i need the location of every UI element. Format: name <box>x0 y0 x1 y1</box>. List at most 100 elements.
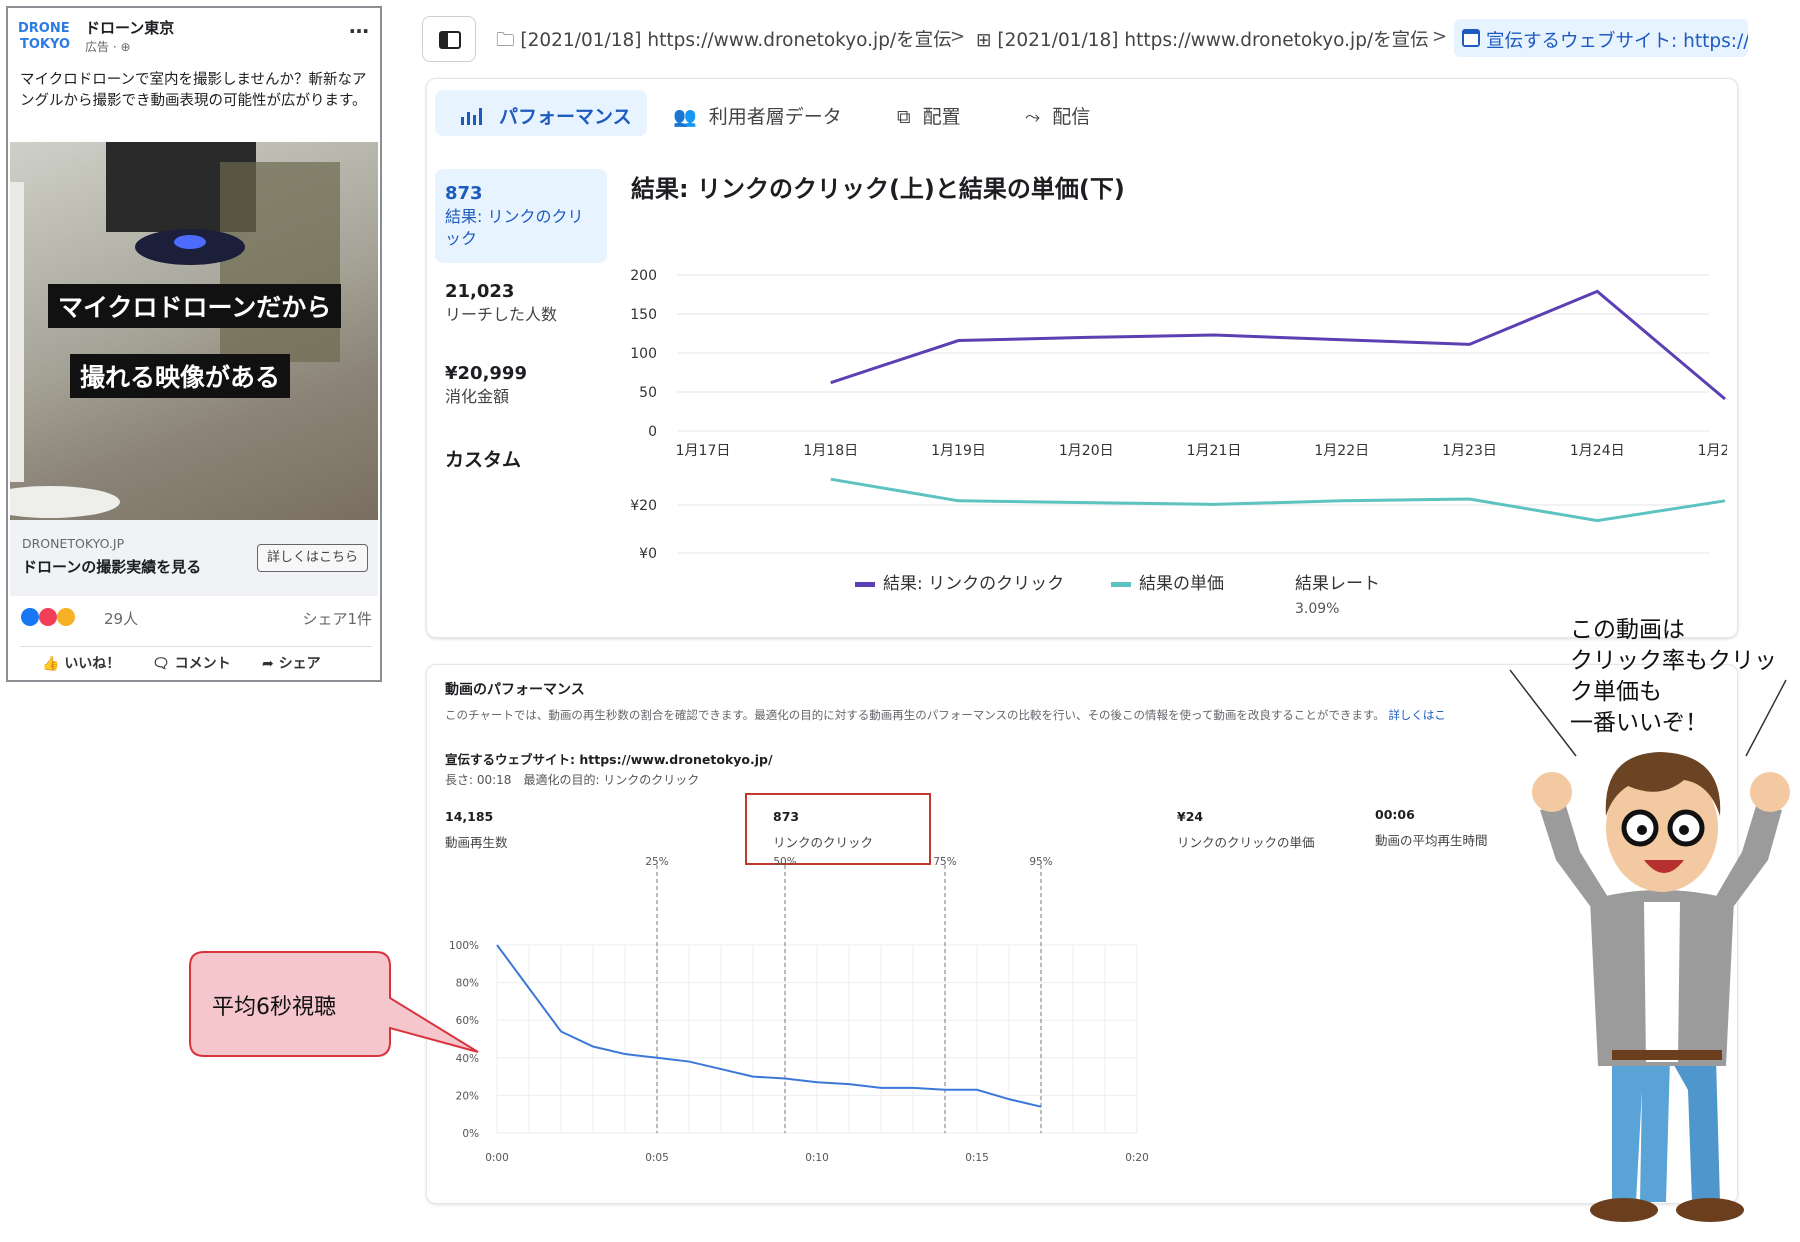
right-fist-shape <box>1750 772 1790 812</box>
like-button[interactable]: 👍 いいね！ <box>42 653 120 673</box>
tab-delivery[interactable]: ⤳ 配信 <box>1025 90 1090 136</box>
x-tick-label: 1月19日 <box>931 443 986 459</box>
legend-swatch <box>1111 582 1131 587</box>
belt-shape <box>1612 1050 1722 1060</box>
x-tick-label: 1月22日 <box>1314 443 1369 459</box>
x-tick-label: 1月24日 <box>1570 443 1625 459</box>
learn-more-link[interactable]: 詳しくはこ <box>1388 708 1446 722</box>
placement-icon: ⧉ <box>897 106 911 128</box>
breadcrumb-adset[interactable]: ⊞ [2021/01/18] https://www.dronetokyo.jp… <box>976 26 1429 52</box>
share-count[interactable]: シェア1件 <box>302 608 372 629</box>
left-arm-shape <box>1540 806 1616 910</box>
tab-performance[interactable]: パフォーマンス <box>435 90 647 136</box>
left-shoe-shape <box>1590 1198 1658 1222</box>
jeans-shape <box>1612 1058 1670 1202</box>
ad-video[interactable]: マイクロドローンだから 撮れる映像がある <box>10 142 378 520</box>
metric-custom-label: カスタム <box>445 449 522 471</box>
retention-line <box>496 944 1042 1108</box>
video-stat-clicks-value: 873 <box>773 809 800 824</box>
quartile-label: 75% <box>933 856 956 868</box>
y-tick-label: 150 <box>630 307 657 323</box>
ad-header: DRONE TOKYO ドローン東京 広告 · ⊕ … <box>8 8 380 62</box>
x-tick-label: 1月23日 <box>1442 443 1497 459</box>
y-tick-label: 100 <box>630 346 657 362</box>
x-tick-label: 0:20 <box>1125 1152 1149 1164</box>
y-tick-label: ¥0 <box>639 546 657 562</box>
chevron-right-icon: > <box>1432 26 1448 47</box>
tab-bar: パフォーマンス 👥 利用者層データ ⧉ 配置 ⤳ 配信 <box>435 87 1195 137</box>
breadcrumb-ad-label: 宣伝するウェブサイト: https:// <box>1486 31 1748 52</box>
x-tick-label: 0:00 <box>485 1152 509 1164</box>
legend-label: 結果の単価 <box>1139 574 1224 594</box>
video-stat-cpc: ¥24 リンクのクリックの単価 <box>1177 809 1315 851</box>
performance-chart[interactable]: 0 50 100 150 200 1月17日 1月18日 1月19日 1月20日 1月21日 1月2… <box>617 205 1727 635</box>
video-stat-avg-time-label: 動画の平均再生時間 <box>1375 833 1488 848</box>
link-footer[interactable]: DRONETOKYO.JP ドローンの撮影実績を見る 詳しくはこちら <box>10 520 378 596</box>
video-stat-avg-time-value: 00:06 <box>1375 807 1415 822</box>
metric-custom[interactable]: カスタム <box>435 445 607 472</box>
video-section-description: このチャートでは、動画の再生秒数の割合を確認できます。最適化の目的に対する動画再… <box>445 707 1446 723</box>
video-stat-cpc-value: ¥24 <box>1177 809 1204 824</box>
page-name[interactable]: ドローン東京 <box>85 17 174 38</box>
breadcrumb-adset-label: [2021/01/18] https://www.dronetokyo.jp/を… <box>997 30 1429 51</box>
globe-icon: ⊕ <box>120 40 131 54</box>
x-tick-label: 0:10 <box>805 1152 829 1164</box>
drone-light-shape <box>174 235 206 249</box>
ad-icon <box>1462 29 1480 47</box>
average-watch-callout: 平均6秒視聴 <box>189 951 479 1057</box>
y-tick-label: ¥20 <box>630 498 657 514</box>
callout-text: 平均6秒視聴 <box>212 995 336 1020</box>
metric-spend-value: ¥20,999 <box>445 363 527 384</box>
breadcrumb-campaign-label: [2021/01/18] https://www.dronetokyo.jp/を… <box>520 30 952 51</box>
lamp-base-shape <box>10 486 120 518</box>
breadcrumb-ad[interactable]: 宣伝するウェブサイト: https:// <box>1454 19 1748 57</box>
video-retention-chart[interactable]: 0%20%40%60%80%100%0:00 0:05 0:10 0:15 0:2025… <box>427 855 1287 1185</box>
metric-reach[interactable]: 21,023 リーチした人数 <box>435 281 607 326</box>
y-tick-label: 50 <box>639 385 657 401</box>
bar-chart-icon <box>461 108 482 125</box>
x-tick-label: 1月20日 <box>1059 443 1114 459</box>
tab-placement[interactable]: ⧉ 配置 <box>897 90 961 136</box>
link-headline: ドローンの撮影実績を見る <box>22 558 202 576</box>
share-button[interactable]: ➦ シェア <box>262 653 321 673</box>
link-domain: DRONETOKYO.JP <box>22 536 125 551</box>
folder-icon: 🗀 <box>496 30 515 51</box>
more-options-icon[interactable]: … <box>349 14 370 38</box>
cheering-man-illustration <box>1532 752 1790 1222</box>
legend-label: 結果レート <box>1295 574 1380 594</box>
left-fist-shape <box>1532 772 1572 812</box>
quartile-label: 95% <box>1029 856 1052 868</box>
breadcrumb-campaign[interactable]: 🗀 [2021/01/18] https://www.dronetokyo.jp… <box>496 26 952 58</box>
panel-toggle-button[interactable] <box>422 16 476 62</box>
video-site: 宣伝するウェブサイト: https://www.dronetokyo.jp/ <box>445 752 773 767</box>
svg-text:DRONE: DRONE <box>18 21 70 36</box>
like-reaction-icon <box>21 608 39 626</box>
learn-more-button[interactable]: 詳しくはこちら <box>256 544 368 572</box>
tab-demographics-label: 利用者層データ <box>708 106 842 128</box>
metric-reach-label: リーチした人数 <box>445 305 558 324</box>
legend-swatch <box>855 582 875 587</box>
metric-results[interactable]: 873 結果: リンクのクリック <box>435 169 607 263</box>
action-bar: 👍 いいね！ 🗨 コメント ➦ シェア <box>20 646 372 672</box>
metric-spend[interactable]: ¥20,999 消化金額 <box>435 363 607 408</box>
video-meta: 長さ: 00:18 最適化の目的: リンクのクリック <box>445 773 700 787</box>
x-tick-label: 1月25日 <box>1698 443 1727 459</box>
reaction-count[interactable]: 29人 <box>104 608 138 629</box>
tab-demographics[interactable]: 👥 利用者層データ <box>673 90 842 136</box>
chevron-right-icon: > <box>950 26 966 47</box>
x-tick-label: 0:05 <box>645 1152 669 1164</box>
performance-panel: パフォーマンス 👥 利用者層データ ⧉ 配置 ⤳ 配信 873 結果: リンクの… <box>426 78 1738 638</box>
metric-reach-value: 21,023 <box>445 281 515 302</box>
svg-text:TOKYO: TOKYO <box>20 37 70 52</box>
share-icon: ➦ <box>262 656 274 672</box>
metric-spend-label: 消化金額 <box>445 387 510 406</box>
video-description-text: このチャートでは、動画の再生秒数の割合を確認できます。最適化の目的に対する動画再… <box>445 708 1385 722</box>
comment-button[interactable]: 🗨 コメント <box>152 653 231 673</box>
breadcrumb: 🗀 [2021/01/18] https://www.dronetokyo.jp… <box>412 8 1748 68</box>
chart-title: 結果: リンクのクリック(上)と結果の単価(下) <box>631 175 1125 203</box>
comment-icon: 🗨 <box>152 656 170 672</box>
video-stat-avg-time: 00:06 動画の平均再生時間 <box>1375 807 1488 849</box>
like-label: いいね！ <box>64 656 121 672</box>
y-tick-label: 200 <box>630 268 657 284</box>
video-stat-plays-label: 動画再生数 <box>445 835 508 850</box>
